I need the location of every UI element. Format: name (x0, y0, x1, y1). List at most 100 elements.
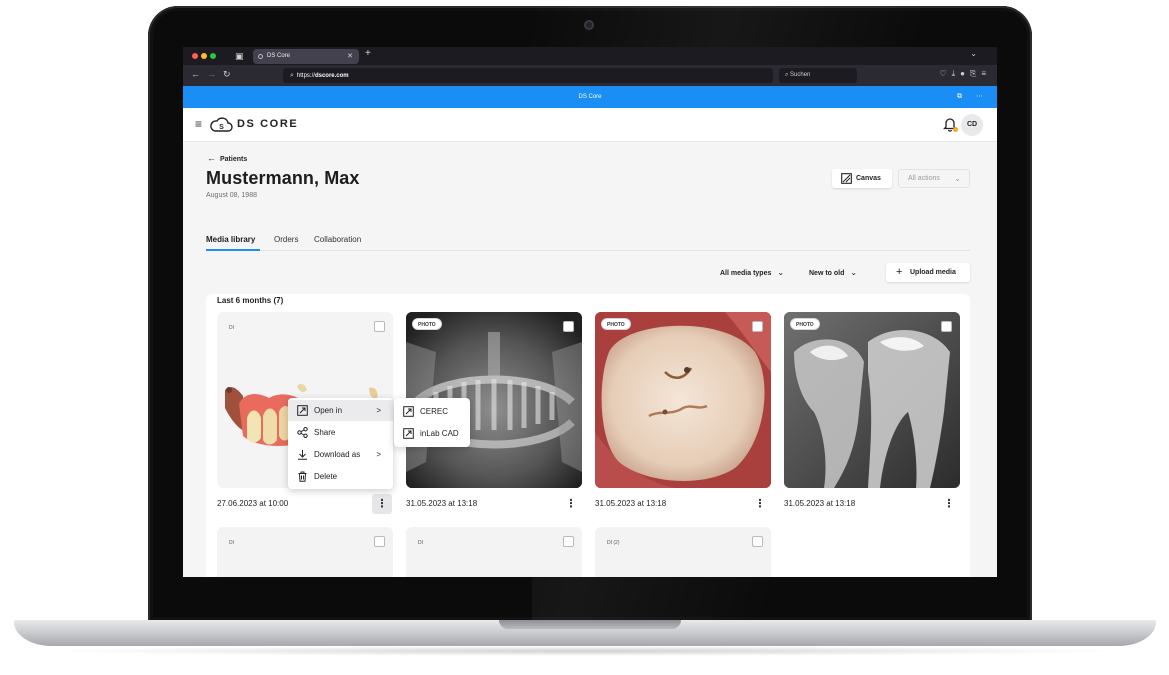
all-actions-label: All actions (908, 175, 940, 182)
sort-dropdown[interactable]: New to old ⌄ (809, 268, 857, 277)
search-icon: ⌕ (290, 72, 294, 79)
open-in-submenu: CEREC inLab CAD (394, 398, 470, 447)
plus-icon: + (896, 266, 903, 278)
media-type-badge: DI (2) (607, 540, 620, 546)
upload-label: Upload media (910, 269, 956, 276)
media-type-badge: DI (229, 540, 234, 546)
context-menu: Open in > Share Download as > Delete (288, 398, 393, 489)
open-in-icon (403, 428, 414, 439)
back-arrow-icon: ← (207, 153, 216, 163)
maximize-window-button[interactable] (210, 53, 216, 59)
new-tab-icon[interactable]: + (365, 48, 371, 59)
submenu-item-label: CEREC (420, 407, 449, 416)
menu-icon[interactable]: ≡ (195, 117, 202, 131)
app-header: ≡ S DS CORE CD (183, 108, 997, 142)
logo-text: DS CORE (237, 118, 299, 130)
back-to-patients-link[interactable]: ← Patients (207, 153, 247, 163)
window-controls-icon[interactable]: ⧉ ⋯ (957, 86, 989, 108)
chevron-right-icon: > (376, 450, 381, 459)
more-options-icon[interactable]: ⋮ (939, 494, 959, 514)
media-type-label: All media types (720, 270, 772, 277)
minimize-window-button[interactable] (201, 53, 207, 59)
upload-media-button[interactable]: + Upload media (886, 263, 970, 282)
media-card[interactable]: DI (406, 527, 582, 577)
more-options-icon[interactable]: ⋮ (372, 494, 392, 514)
intraoral-photo-thumbnail (595, 312, 771, 488)
chevron-down-icon: ⌄ (777, 268, 785, 277)
tab-media-library[interactable]: Media library (206, 235, 255, 244)
media-type-badge: DI (418, 540, 423, 546)
url-bar[interactable]: ⌕ https://dscore.com (283, 68, 773, 83)
chevron-down-icon: ⌄ (954, 174, 961, 183)
chevron-down-icon: ⌄ (850, 268, 858, 277)
browser-tabbar: ▣ DS Core ✕ + ⌄ (183, 47, 997, 65)
periapical-xray-thumbnail (784, 312, 960, 488)
app-titlebar-text: DS Core (578, 94, 602, 100)
menu-item-label: Download as (314, 450, 361, 459)
avatar[interactable]: CD (961, 114, 983, 136)
more-options-icon[interactable]: ⋮ (561, 494, 581, 514)
menu-item-download-as[interactable]: Download as > (288, 444, 393, 465)
select-checkbox[interactable] (941, 321, 952, 332)
open-in-icon (297, 405, 308, 416)
media-type-badge: PHOTO (601, 318, 631, 330)
download-icon (298, 450, 307, 460)
laptop-notch (499, 620, 681, 629)
submenu-item-label: inLab CAD (420, 429, 459, 438)
app-titlebar: DS Core ⧉ ⋯ (183, 86, 997, 108)
tab-list-chevron-icon[interactable]: ⌄ (970, 49, 977, 58)
page-title: Mustermann, Max (206, 168, 360, 188)
media-type-filter[interactable]: All media types ⌄ (720, 268, 784, 277)
patient-dob: August 08, 1988 (206, 192, 257, 199)
forward-arrow-icon[interactable]: → (207, 69, 216, 79)
menu-item-delete[interactable]: Delete (288, 466, 393, 487)
media-card[interactable]: DI (2) (595, 527, 771, 577)
tab-orders[interactable]: Orders (274, 235, 298, 244)
canvas-button[interactable]: Canvas (832, 169, 892, 188)
notification-dot (953, 127, 958, 132)
media-card[interactable]: PHOTO (784, 312, 960, 488)
back-label: Patients (220, 156, 248, 163)
back-arrow-icon[interactable]: ← (191, 69, 200, 79)
menu-item-open-in[interactable]: Open in > (288, 400, 393, 421)
submenu-item-inlab-cad[interactable]: inLab CAD (394, 423, 470, 444)
url-prefix: https:// (296, 73, 315, 79)
media-card[interactable]: PHOTO (595, 312, 771, 488)
favicon-icon (258, 54, 263, 59)
webcam (584, 20, 594, 30)
svg-text:S: S (219, 124, 224, 131)
close-window-button[interactable] (192, 53, 198, 59)
media-date: 31.05.2023 at 13:18 (406, 499, 478, 508)
media-card[interactable]: DI (217, 527, 393, 577)
media-date: 31.05.2023 at 13:18 (595, 499, 667, 508)
browser-navbar: ← → ↻ ⌕ https://dscore.com ⌕ Suchen ♡⤓●⎘≡ (183, 65, 997, 86)
active-tab-indicator (206, 249, 260, 251)
search-placeholder: Suchen (790, 72, 811, 78)
tab-overview-icon[interactable]: ▣ (235, 50, 244, 62)
reload-icon[interactable]: ↻ (223, 69, 231, 80)
trash-icon (298, 471, 307, 482)
open-in-icon (403, 406, 414, 417)
select-checkbox[interactable] (752, 536, 763, 547)
select-checkbox[interactable] (752, 321, 763, 332)
sort-label: New to old (809, 270, 845, 277)
select-checkbox[interactable] (563, 321, 574, 332)
select-checkbox[interactable] (563, 536, 574, 547)
browser-tab[interactable]: DS Core ✕ (253, 49, 359, 64)
all-actions-dropdown[interactable]: All actions ⌄ (898, 169, 970, 188)
close-tab-icon[interactable]: ✕ (347, 49, 353, 64)
submenu-item-cerec[interactable]: CEREC (394, 401, 470, 422)
share-icon (297, 427, 308, 438)
canvas-icon (841, 173, 852, 184)
tab-title: DS Core (267, 53, 291, 59)
browser-search-input[interactable]: ⌕ Suchen (779, 68, 857, 83)
media-type-badge: PHOTO (412, 318, 442, 330)
section-title: Last 6 months (7) (217, 296, 284, 305)
url-domain: dscore.com (314, 73, 349, 79)
browser-toolbar-icons[interactable]: ♡⤓●⎘≡ (939, 69, 991, 79)
tab-collaboration[interactable]: Collaboration (314, 235, 361, 244)
menu-item-label: Delete (314, 472, 338, 481)
more-options-icon[interactable]: ⋮ (750, 494, 770, 514)
menu-item-share[interactable]: Share (288, 422, 393, 443)
select-checkbox[interactable] (374, 536, 385, 547)
